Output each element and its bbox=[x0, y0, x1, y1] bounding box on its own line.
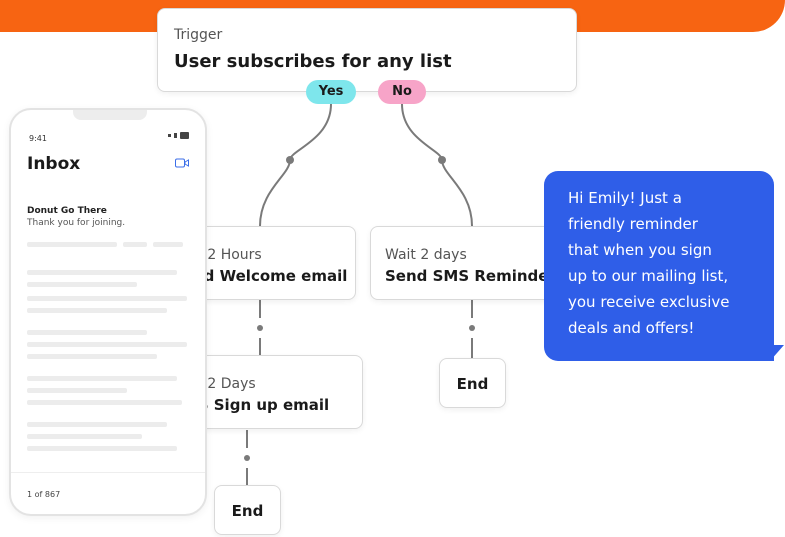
phone-mockup: 9:41 Inbox Donut Go There Thank you for … bbox=[9, 108, 207, 516]
step-action-label: Send SMS Reminder bbox=[385, 267, 556, 285]
placeholder-line bbox=[153, 242, 183, 247]
connector-signup-end-dot bbox=[244, 455, 250, 461]
placeholder-line bbox=[27, 342, 187, 347]
chat-line: deals and offers! bbox=[568, 319, 695, 337]
trigger-card[interactable]: Trigger User subscribes for any list bbox=[157, 8, 577, 92]
placeholder-line bbox=[27, 354, 157, 359]
video-camera-icon[interactable] bbox=[175, 158, 189, 168]
phone-time: 9:41 bbox=[29, 134, 47, 143]
placeholder-line bbox=[27, 296, 187, 301]
connector-yes-dot bbox=[286, 156, 294, 164]
placeholder-line bbox=[27, 270, 177, 275]
message-preview: Thank you for joining. bbox=[27, 218, 126, 228]
placeholder-line bbox=[27, 400, 182, 405]
connector-no-dot bbox=[438, 156, 446, 164]
branch-yes-pill[interactable]: Yes bbox=[306, 80, 356, 104]
phone-notch bbox=[73, 110, 147, 120]
phone-footer-divider bbox=[11, 472, 205, 473]
sms-chat-bubble: Hi Emily! Just a friendly reminder that … bbox=[544, 171, 774, 361]
chat-line: Hi Emily! Just a bbox=[568, 189, 682, 207]
placeholder-line bbox=[27, 376, 177, 381]
placeholder-line bbox=[27, 434, 142, 439]
trigger-label: Trigger bbox=[174, 27, 223, 43]
chat-line: up to our mailing list, bbox=[568, 267, 729, 285]
placeholder-line bbox=[123, 242, 147, 247]
connector-reminder-end-dot bbox=[469, 325, 475, 331]
placeholder-line bbox=[27, 282, 137, 287]
branch-no-pill[interactable]: No bbox=[378, 80, 426, 104]
chat-line: that when you sign bbox=[568, 241, 712, 259]
automation-flow: Trigger User subscribes for any list Yes… bbox=[0, 0, 785, 537]
placeholder-line bbox=[27, 242, 117, 247]
placeholder-line bbox=[27, 330, 147, 335]
end-node-right[interactable]: End bbox=[439, 358, 506, 408]
chat-line: friendly reminder bbox=[568, 215, 698, 233]
chat-bubble-tail bbox=[770, 345, 784, 361]
connector-yes bbox=[259, 103, 332, 227]
chat-line: you receive exclusive bbox=[568, 293, 730, 311]
placeholder-line bbox=[27, 422, 167, 427]
placeholder-line bbox=[27, 388, 127, 393]
trigger-title: User subscribes for any list bbox=[174, 51, 452, 72]
message-count: 1 of 867 bbox=[27, 490, 61, 499]
end-node-left[interactable]: End bbox=[214, 485, 281, 535]
step-wait-label: Wait 2 days bbox=[385, 247, 467, 263]
connector-no bbox=[401, 103, 473, 227]
step-card-sms-reminder[interactable]: Wait 2 days Send SMS Reminder bbox=[370, 226, 562, 300]
connector-welcome-signup-dot bbox=[257, 325, 263, 331]
placeholder-line bbox=[27, 308, 167, 313]
message-title[interactable]: Donut Go There bbox=[27, 206, 107, 216]
inbox-title: Inbox bbox=[27, 154, 81, 174]
signal-bars-icon bbox=[168, 132, 189, 139]
placeholder-line bbox=[27, 446, 177, 451]
